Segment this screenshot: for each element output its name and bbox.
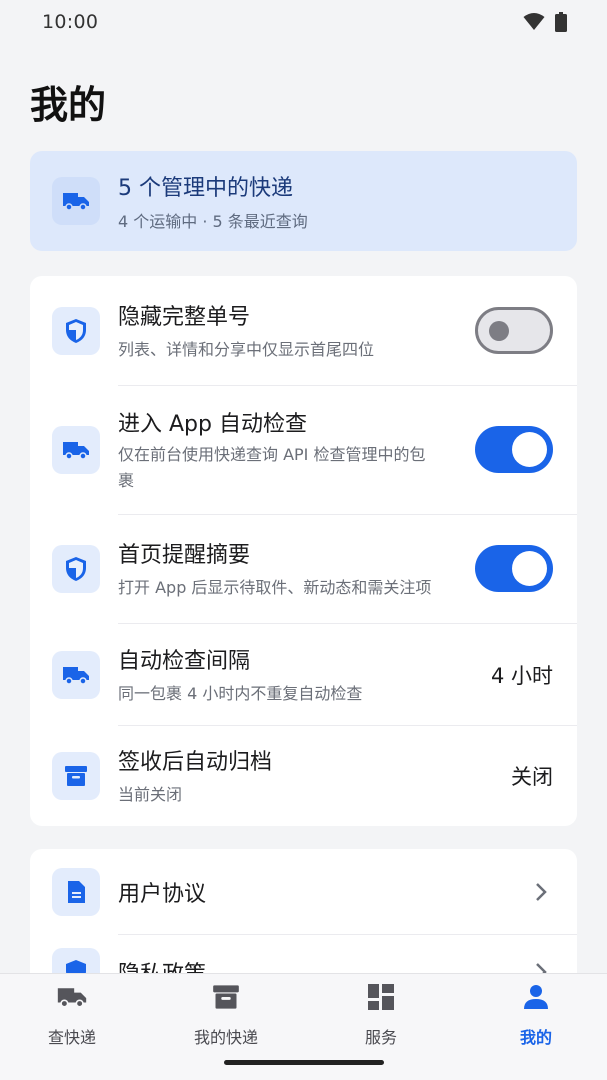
- nav-label: 我的: [519, 1028, 552, 1047]
- nav-label: 查快递: [47, 1028, 96, 1047]
- setting-title: 进入 App 自动检查: [118, 412, 307, 437]
- person-icon: [524, 985, 548, 1009]
- settings-card: 隐藏完整单号 列表、详情和分享中仅显示首尾四位 进入 App 自动检查 仅在前台…: [30, 276, 577, 826]
- setting-subtitle: 当前关闭: [118, 785, 183, 804]
- setting-home-reminder[interactable]: 首页提醒摘要 打开 App 后显示待取件、新动态和需关注项: [30, 515, 577, 623]
- truck-icon: [57, 988, 87, 1008]
- hide-number-toggle[interactable]: [475, 307, 553, 354]
- truck-icon: [63, 193, 89, 211]
- archive-icon: [65, 766, 87, 786]
- auto-archive-value: 关闭: [511, 765, 553, 789]
- truck-icon: [63, 442, 89, 460]
- setting-check-interval[interactable]: 自动检查间隔 同一包裹 4 小时内不重复自动检查 4 小时: [30, 624, 577, 725]
- nav-tab-services[interactable]: 服务: [321, 974, 441, 1054]
- summary-card[interactable]: 5 个管理中的快递 4 个运输中 · 5 条最近查询: [30, 151, 577, 251]
- check-interval-value: 4 小时: [490, 663, 553, 688]
- setting-subtitle-line2: 裹: [118, 471, 135, 490]
- truck-icon: [63, 666, 89, 685]
- summary-subtitle: 4 个运输中 · 5 条最近查询: [118, 212, 308, 231]
- legal-title: 用户协议: [118, 881, 207, 907]
- setting-title: 签收后自动归档: [118, 750, 273, 775]
- battery-icon: [555, 12, 567, 32]
- nav-tab-mine[interactable]: 我的: [476, 974, 596, 1054]
- nav-label: 我的快递: [193, 1028, 258, 1047]
- nav-label: 服务: [364, 1028, 397, 1047]
- user-agreement-row[interactable]: 用户协议: [30, 849, 577, 934]
- shield-icon: [66, 557, 86, 581]
- summary-title: 5 个管理中的快递: [118, 176, 293, 201]
- wifi-icon: [523, 13, 545, 30]
- grid-icon: [368, 984, 394, 1010]
- shield-icon: [66, 318, 86, 343]
- archive-icon: [213, 985, 239, 1009]
- status-bar: 10:00: [0, 0, 607, 44]
- setting-subtitle-line1: 仅在前台使用快递查询 API 检查管理中的包: [118, 445, 426, 464]
- page-title: 我的: [30, 83, 107, 127]
- nav-tab-my-packages[interactable]: 我的快递: [166, 974, 286, 1054]
- nav-tab-query[interactable]: 查快递: [12, 974, 132, 1054]
- auto-check-toggle[interactable]: [475, 426, 553, 473]
- home-indicator[interactable]: [224, 1060, 384, 1065]
- chevron-right-icon: [536, 883, 547, 901]
- status-time: 10:00: [42, 11, 99, 33]
- setting-auto-check[interactable]: 进入 App 自动检查 仅在前台使用快递查询 API 检查管理中的包 裹: [30, 386, 577, 514]
- setting-auto-archive[interactable]: 签收后自动归档 当前关闭 关闭: [30, 726, 577, 826]
- setting-hide-number[interactable]: 隐藏完整单号 列表、详情和分享中仅显示首尾四位: [30, 276, 577, 385]
- home-reminder-toggle[interactable]: [475, 545, 553, 592]
- document-icon: [68, 880, 85, 903]
